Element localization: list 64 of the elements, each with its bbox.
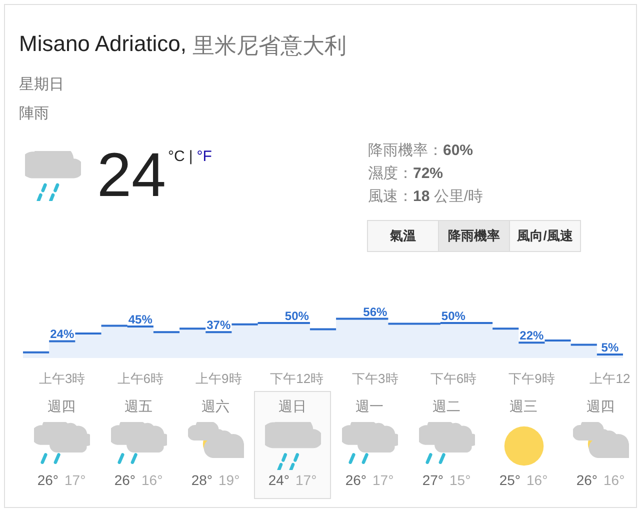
precipitation-value: 5% [601,340,619,354]
forecast-day[interactable]: 週六 28° 19° [177,391,254,499]
rain-cloud-icon [25,151,81,201]
low-temperature: 16° [604,472,625,488]
day-label: 星期日 [19,75,65,94]
chart-tab[interactable]: 氣溫 [367,220,439,252]
forecast-day[interactable]: 週四 26° 17° [23,391,100,499]
weekday-label: 週二 [432,398,460,416]
high-temperature: 26° [576,472,598,488]
time-label: 上午6時 [117,371,164,386]
weekday-label: 週三 [510,398,538,416]
precipitation-value: 56% [363,304,388,319]
time-label: 下午6時 [430,371,477,386]
high-temperature: 25° [499,472,520,488]
weather-detail: 濕度：72% [368,164,444,183]
high-temperature: 28° [191,472,212,488]
low-temperature: 17° [372,472,394,488]
low-temperature: 19° [218,472,240,488]
region-name: 里米尼省意大利 [192,32,347,60]
chart-tab[interactable]: 風向/風速 [509,220,581,252]
high-temperature: 27° [422,472,444,488]
low-temperature: 15° [450,472,471,488]
time-label: 下午3時 [352,371,398,386]
low-temperature: 17° [296,472,317,488]
low-temperature: 17° [64,472,86,488]
precipitation-value: 45% [128,312,152,326]
precipitation-value: 50% [441,309,466,323]
condition-label: 陣雨 [19,104,50,123]
time-label: 上午3時 [39,371,86,386]
forecast-day[interactable]: 週一 26° 17° [331,391,408,499]
weekday-label: 週四 [586,398,614,416]
current-temperature: 24 [97,145,166,207]
unit-toggle[interactable]: °C [168,148,185,165]
time-label: 上午9時 [196,371,242,386]
forecast-day[interactable]: 週二 27° 15° [408,391,485,499]
time-label: 下午12時 [270,371,324,386]
chart-tab[interactable]: 降雨機率 [438,220,510,252]
high-temperature: 24° [268,472,290,488]
weather-detail: 降雨機率：60% [368,141,474,160]
time-label: 下午9時 [508,371,555,386]
unit-separator: | [188,148,193,165]
high-temperature: 26° [114,472,136,488]
low-temperature: 16° [142,472,163,488]
forecast-day[interactable]: 週三 25° 16° [485,391,562,499]
unit-toggle[interactable]: °F [196,148,212,165]
city-name: Misano Adriatico, [19,31,187,58]
rain-cloud-icon [264,422,320,470]
weekday-label: 週四 [48,398,76,416]
forecast-day[interactable]: 週日 24° 17° [254,391,331,499]
weekday-label: 週六 [202,398,230,416]
weekday-label: 週一 [356,398,384,416]
weekday-label: 週日 [278,398,306,416]
low-temperature: 16° [526,472,548,488]
time-label: 上午12 [590,371,630,386]
precipitation-value: 37% [206,318,231,332]
high-temperature: 26° [345,472,366,488]
weekday-label: 週五 [124,398,152,416]
precipitation-value: 22% [520,328,544,343]
precipitation-value: 50% [284,309,309,323]
high-temperature: 26° [37,472,58,488]
weather-detail: 風速：18 公里/時 [368,187,484,206]
forecast-day[interactable]: 週五 26° 16° [100,391,177,499]
precipitation-value: 24% [50,327,74,342]
forecast-day[interactable]: 週四 26° 16° [562,391,639,499]
